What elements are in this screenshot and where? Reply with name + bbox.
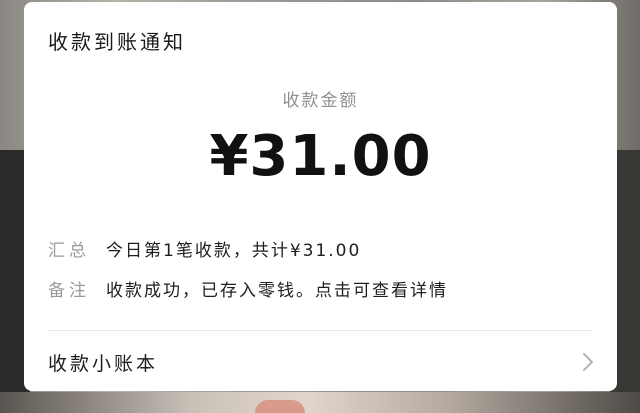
summary-key: 汇总: [48, 241, 90, 261]
chevron-right-icon: [577, 351, 599, 373]
notification-title: 收款到账通知: [48, 30, 186, 54]
remark-value[interactable]: 收款成功，已存入零钱。点击可查看详情: [106, 276, 448, 301]
background-lip: [255, 400, 305, 413]
payment-notification-card[interactable]: 收款到账通知 收款金额 ¥31.00 汇总 今日第1笔收款，共计¥31.00 备…: [24, 2, 617, 391]
remark-row[interactable]: 备注 收款成功，已存入零钱。点击可查看详情: [48, 276, 448, 301]
ledger-link[interactable]: 收款小账本: [48, 340, 599, 384]
divider: [48, 330, 593, 331]
summary-row: 汇总 今日第1笔收款，共计¥31.00: [48, 236, 361, 261]
amount-label: 收款金额: [282, 91, 359, 111]
summary-value: 今日第1笔收款，共计¥31.00: [106, 241, 362, 261]
background-bottom: [0, 392, 640, 413]
remark-key: 备注: [48, 281, 90, 301]
ledger-label: 收款小账本: [48, 352, 159, 375]
amount-value: ¥31.00: [209, 124, 432, 189]
